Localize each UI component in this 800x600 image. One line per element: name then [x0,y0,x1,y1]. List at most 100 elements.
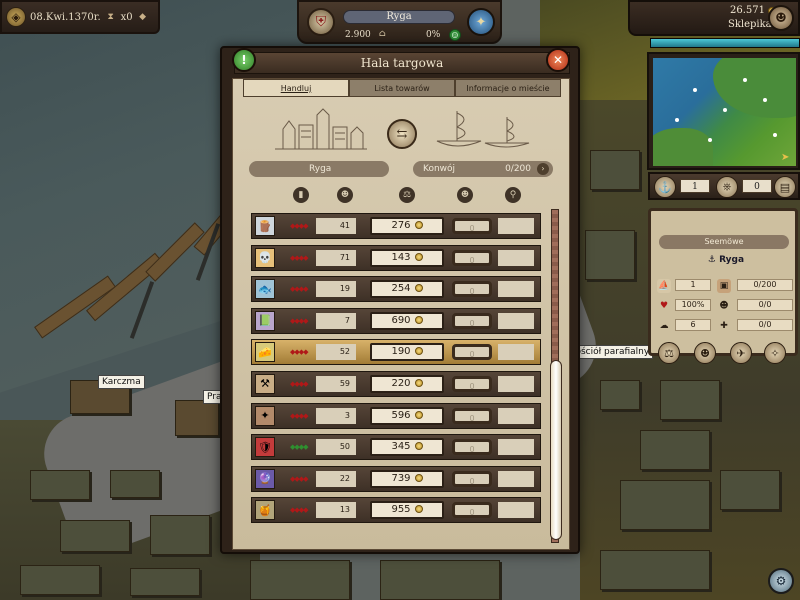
building[interactable] [600,550,710,590]
ware-icon[interactable]: 🪵 [255,216,275,236]
goods-row[interactable]: ⚒ ◆◆◆◆ 59 220 0 [251,370,541,397]
building[interactable] [110,470,160,498]
ware-icon[interactable]: 📗 [255,310,275,331]
goods-row[interactable]: 💀 ◆◆◆◆ 71 143 0 [251,244,541,271]
diamond-icon[interactable]: ◆ [137,11,149,23]
minimap-city-marker[interactable] [763,98,767,102]
goods-row[interactable]: 🪵 ◆◆◆◆ 41 276 0 [251,213,541,239]
price-button[interactable]: 190 [370,343,444,362]
building[interactable] [175,400,219,436]
price-button[interactable]: 143 [370,248,444,267]
building[interactable] [20,565,100,595]
price-button[interactable]: 220 [370,374,444,393]
convoy-arrow-icon[interactable]: › [537,163,549,175]
building[interactable] [640,430,710,470]
building[interactable] [250,560,350,600]
scales-icon[interactable]: ⚖ [399,187,415,203]
price-button[interactable]: 690 [370,311,444,330]
trade-route-icon[interactable]: ⚖ [658,342,680,364]
minimap[interactable]: ➤ [653,58,796,166]
city-crest-icon[interactable]: ⛨ [307,8,335,36]
convoy-cargo-icon[interactable]: ☻ [457,187,473,203]
globe-icon[interactable]: ✦ [467,8,495,36]
swap-arrows-icon[interactable]: ⇆ [387,119,417,149]
supply-level-indicator: ◆◆◆◆ [290,506,309,515]
price-button[interactable]: 254 [370,280,444,299]
goods-row[interactable]: 🛡 ◆◆◆◆ 50 345 0 [251,434,541,461]
ware-icon[interactable]: 🧀 [255,342,275,363]
minimap-city-marker[interactable] [693,88,697,92]
help-button[interactable]: ! [232,48,256,72]
price-button[interactable]: 596 [370,406,444,425]
crews-count: 0 [742,179,772,193]
minimap-city-marker[interactable] [723,108,727,112]
price-button[interactable]: 276 [370,217,444,235]
goods-row[interactable]: ✦ ◆◆◆◆ 3 596 0 [251,402,541,429]
coin-icon [414,442,423,451]
tavern-label[interactable]: Karczma [98,375,145,389]
close-button[interactable]: ✕ [546,48,570,72]
convoy-ships: 1 [675,279,711,291]
ware-icon[interactable]: ⚒ [255,373,275,394]
warehouse-icon[interactable]: ▮ [293,187,309,203]
building[interactable] [660,380,720,420]
supply-level-indicator: ◆◆◆◆ [290,348,309,357]
building[interactable] [585,230,635,280]
goods-row[interactable]: 🐟 ◆◆◆◆ 19 254 0 [251,276,541,303]
ware-icon[interactable]: 💀 [255,247,275,268]
anchor-icon[interactable]: ⚓ [654,176,676,198]
city-stock-value: 41 [316,218,356,234]
goods-row[interactable]: 🍯 ◆◆◆◆ 13 955 0 [251,497,541,524]
building[interactable] [60,520,130,552]
tab-city-info[interactable]: Informacje o mieście [455,79,561,97]
price-button[interactable]: 739 [370,469,444,488]
settings-icon[interactable]: ⚙ [768,568,794,594]
goods-scrollbar[interactable] [550,209,562,543]
player-avatar[interactable]: ☻ [768,5,794,31]
minimap-land [653,128,713,166]
minimap-city-marker[interactable] [708,138,712,142]
goods-row[interactable]: 🧀 ◆◆◆◆ 52 190 0 [251,339,541,366]
average-price-icon[interactable]: ⚲ [505,187,521,203]
captain-icon[interactable]: ☻ [694,342,716,364]
current-date: 08.Kwi.1370r. [30,11,101,23]
minimap-city-marker[interactable] [743,78,747,82]
navigation-icon[interactable]: ✈ [730,342,752,364]
game-speed[interactable]: x0 [121,12,133,23]
building[interactable] [620,480,710,530]
scrollbar-thumb[interactable] [550,360,562,540]
building[interactable] [130,568,200,596]
ware-icon[interactable]: 🛡 [255,437,275,458]
minimap-city-marker[interactable] [773,133,777,137]
compass-icon[interactable]: ✧ [764,342,786,364]
goods-row[interactable]: 🔮 ◆◆◆◆ 22 739 0 [251,465,541,492]
convoy-ship-name[interactable]: Seemöwe [659,235,789,249]
ware-icon[interactable]: ✦ [255,405,275,426]
minimap-city-marker[interactable] [675,118,679,122]
city-name[interactable]: Ryga [343,10,455,24]
citizens-icon: ⌂ [379,29,386,39]
building[interactable] [600,380,640,410]
goods-row[interactable]: 📗 ◆◆◆◆ 7 690 0 [251,307,541,334]
hourglass-icon[interactable]: ⧗ [105,11,117,23]
building[interactable] [590,150,640,190]
ledger-icon[interactable]: ▤ [774,176,796,198]
average-price-value [498,439,534,456]
supply-level-indicator: ◆◆◆◆ [290,253,309,262]
building[interactable] [30,470,90,500]
building[interactable] [380,560,500,600]
minimap-ship-icon[interactable]: ➤ [781,152,789,163]
ship-wheel-icon[interactable]: ⎈ [716,176,738,198]
price-button[interactable]: 345 [370,438,444,457]
building[interactable] [150,515,210,555]
ware-icon[interactable]: 🐟 [255,279,275,300]
tab-trade[interactable]: Handluj [243,79,349,97]
price-button[interactable]: 955 [370,501,444,520]
ware-icon[interactable]: 🍯 [255,500,275,521]
stock-icon[interactable]: ☻ [337,187,353,203]
calendar-icon[interactable]: ◈ [6,7,26,27]
building[interactable] [720,470,780,510]
ware-icon[interactable]: 🔮 [255,468,275,489]
average-price-value [498,249,534,266]
tab-goods-list[interactable]: Lista towarów [349,79,455,97]
